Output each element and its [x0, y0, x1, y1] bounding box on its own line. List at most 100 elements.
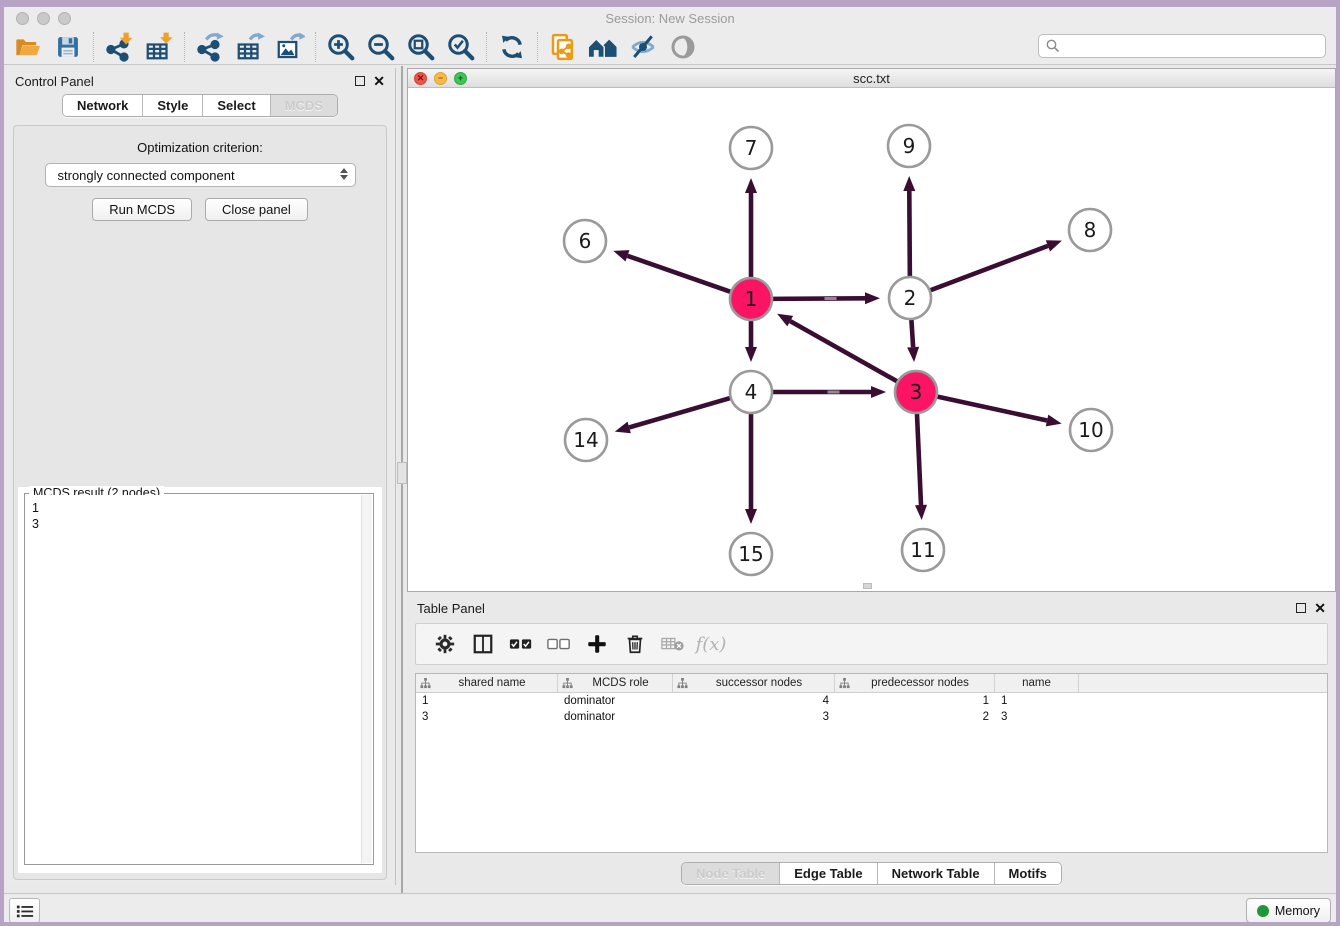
split-column-icon	[472, 633, 494, 655]
column-header-shared-name[interactable]: shared name	[416, 674, 558, 692]
network-canvas[interactable]: 1234678910111415	[408, 88, 1335, 591]
graph-edge[interactable]	[917, 411, 921, 505]
mcds-results-panel: MCDS result (2 nodes) 1 3	[18, 487, 382, 873]
column-header-successor-nodes[interactable]: successor nodes	[673, 674, 835, 692]
zoom-in-button[interactable]	[321, 31, 361, 63]
toolbar-separator	[537, 32, 538, 62]
tab-mcds[interactable]: MCDS	[271, 95, 337, 116]
refresh-button[interactable]	[492, 31, 532, 63]
graph-node-label: 14	[573, 428, 598, 452]
panel-splitter-grip[interactable]	[397, 462, 407, 484]
import-table-button[interactable]	[139, 31, 179, 63]
tab-motifs[interactable]: Motifs	[995, 863, 1061, 884]
split-column-button[interactable]	[466, 628, 500, 660]
home-network-button[interactable]	[583, 31, 623, 63]
export-image-button[interactable]	[270, 31, 310, 63]
task-history-button[interactable]	[9, 898, 40, 923]
deselect-all-icon	[547, 636, 571, 652]
table-row[interactable]: 3 dominator 3 2 3	[416, 709, 1327, 725]
network-window-titlebar[interactable]: ✕ − + scc.txt	[408, 69, 1335, 88]
graph-edge[interactable]	[770, 298, 865, 299]
graph-node-label: 2	[904, 286, 917, 310]
edge-arrowhead-icon	[907, 347, 919, 362]
function-builder-icon: f(x)	[696, 634, 727, 655]
function-builder-button[interactable]: f(x)	[694, 628, 728, 660]
main-toolbar	[0, 30, 1340, 65]
hide-eye-button[interactable]	[623, 31, 663, 63]
memory-button[interactable]: Memory	[1246, 898, 1331, 923]
duplicate-network-button[interactable]	[543, 31, 583, 63]
show-eye-icon	[668, 32, 698, 62]
graph-edge[interactable]	[909, 191, 910, 279]
zoom-selected-button[interactable]	[441, 31, 481, 63]
tab-select[interactable]: Select	[203, 95, 270, 116]
table-settings-button[interactable]	[428, 628, 462, 660]
column-header-name[interactable]: name	[995, 674, 1079, 692]
search-field[interactable]	[1038, 34, 1326, 58]
save-session-button[interactable]	[48, 31, 88, 63]
delete-table-icon	[661, 635, 685, 653]
toolbar-separator	[184, 32, 185, 62]
run-mcds-button[interactable]: Run MCDS	[92, 198, 192, 221]
network-resize-grip[interactable]	[863, 583, 872, 589]
graph-node-label: 10	[1078, 418, 1103, 442]
close-panel-button[interactable]: Close panel	[205, 198, 308, 221]
node-table[interactable]: shared name MCDS role successor nodes pr…	[415, 673, 1328, 853]
criterion-dropdown[interactable]: strongly connected component	[45, 163, 356, 187]
table-header-row: shared name MCDS role successor nodes pr…	[416, 674, 1327, 693]
tab-node-table[interactable]: Node Table	[682, 863, 780, 884]
save-session-icon	[54, 33, 82, 61]
mcds-result-text[interactable]: 1 3	[26, 495, 372, 863]
list-icon	[16, 903, 34, 919]
table-panel: Table Panel ✕ f(x)	[407, 595, 1336, 890]
refresh-icon	[498, 33, 526, 61]
graph-edge[interactable]	[935, 396, 1047, 420]
control-panel: Control Panel ✕ Network Style Select MCD…	[5, 68, 396, 885]
graph-node-label: 11	[910, 538, 935, 562]
graph-node-label: 3	[910, 380, 923, 404]
edge-arrowhead-icon	[1046, 415, 1062, 427]
import-network-button[interactable]	[99, 31, 139, 63]
network-window-title: scc.txt	[408, 71, 1335, 86]
close-table-panel-icon[interactable]: ✕	[1314, 601, 1326, 615]
memory-label: Memory	[1275, 904, 1320, 918]
tab-edge-table[interactable]: Edge Table	[780, 863, 877, 884]
deselect-all-button[interactable]	[542, 628, 576, 660]
close-panel-icon[interactable]: ✕	[373, 74, 385, 88]
zoom-out-button[interactable]	[361, 31, 401, 63]
delete-column-icon	[624, 633, 646, 655]
search-icon	[1045, 38, 1061, 54]
zoom-fit-button[interactable]	[401, 31, 441, 63]
result-scrollbar[interactable]	[361, 495, 372, 863]
tab-style[interactable]: Style	[143, 95, 203, 116]
tab-network-table[interactable]: Network Table	[878, 863, 995, 884]
toolbar-separator	[315, 32, 316, 62]
delete-table-button[interactable]	[656, 628, 690, 660]
float-table-panel-icon[interactable]	[1296, 603, 1306, 613]
edge-arrowhead-icon	[1046, 240, 1062, 251]
table-toolbar: f(x)	[415, 623, 1328, 665]
window-title: Session: New Session	[0, 11, 1340, 26]
export-network-button[interactable]	[190, 31, 230, 63]
column-header-mcds-role[interactable]: MCDS role	[558, 674, 673, 692]
show-eye-button[interactable]	[663, 31, 703, 63]
edge-arrowhead-icon	[903, 176, 915, 191]
table-row[interactable]: 1 dominator 4 1 1	[416, 693, 1327, 709]
add-column-button[interactable]	[580, 628, 614, 660]
graph-edge[interactable]	[790, 321, 899, 383]
select-all-button[interactable]	[504, 628, 538, 660]
table-panel-title: Table Panel	[417, 601, 485, 616]
tab-network[interactable]: Network	[63, 95, 143, 116]
delete-column-button[interactable]	[618, 628, 652, 660]
export-table-button[interactable]	[230, 31, 270, 63]
graph-edge[interactable]	[928, 246, 1048, 291]
network-graph[interactable]: 1234678910111415	[408, 88, 1335, 591]
graph-edge[interactable]	[627, 256, 733, 293]
graph-edge[interactable]	[629, 397, 733, 427]
search-input[interactable]	[1061, 36, 1325, 56]
float-panel-icon[interactable]	[355, 76, 365, 86]
graph-edge[interactable]	[911, 317, 913, 347]
open-session-button[interactable]	[8, 31, 48, 63]
column-header-predecessor-nodes[interactable]: predecessor nodes	[835, 674, 995, 692]
export-network-icon	[195, 32, 225, 62]
